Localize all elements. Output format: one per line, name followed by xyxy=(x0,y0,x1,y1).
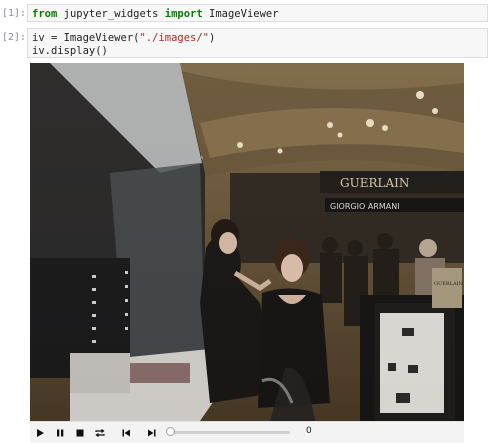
pause-button[interactable] xyxy=(50,425,70,440)
keyword-from: from xyxy=(32,8,58,20)
department-store-photo: GUERLAIN GIORGIO ARMANI GUERLAIN xyxy=(30,63,464,421)
next-button[interactable] xyxy=(142,425,162,440)
import-name: ImageViewer xyxy=(202,8,279,20)
code-line-1a: iv = ImageViewer( xyxy=(32,32,140,44)
repeat-icon xyxy=(95,428,105,437)
stop-button[interactable] xyxy=(70,425,90,440)
image-viewer-output: GUERLAIN GIORGIO ARMANI GUERLAIN 0 xyxy=(30,63,464,443)
play-icon xyxy=(37,428,44,437)
skip-previous-icon xyxy=(122,429,130,436)
code-line-2: iv.display() xyxy=(32,45,108,57)
code-line-1b: ) xyxy=(209,32,216,44)
play-button[interactable] xyxy=(30,425,50,440)
code-input-2[interactable]: iv = ImageViewer("./images/") iv.display… xyxy=(27,28,488,58)
code-input-1[interactable]: from jupyter_widgets import ImageViewer xyxy=(27,4,488,22)
skip-next-icon xyxy=(148,429,156,436)
frame-slider-track[interactable] xyxy=(170,431,290,434)
notebook-cell-1: [1]: from jupyter_widgets import ImageVi… xyxy=(0,0,500,24)
displayed-image: GUERLAIN GIORGIO ARMANI GUERLAIN xyxy=(30,63,464,421)
previous-button[interactable] xyxy=(116,425,136,440)
module-name: jupyter_widgets xyxy=(57,8,165,20)
notebook-cell-2: [2]: iv = ImageViewer("./images/") iv.di… xyxy=(0,28,500,62)
code-string: "./images/" xyxy=(139,32,210,44)
stop-icon xyxy=(76,429,84,436)
cell-prompt-1: [1]: xyxy=(2,8,27,19)
frame-slider-handle[interactable] xyxy=(166,427,175,436)
cell-prompt-2: [2]: xyxy=(2,32,27,43)
viewer-controls: 0 xyxy=(30,421,464,443)
pause-icon xyxy=(57,429,64,436)
frame-index-readout: 0 xyxy=(306,426,312,436)
repeat-button[interactable] xyxy=(90,425,110,440)
keyword-import: import xyxy=(164,8,203,20)
